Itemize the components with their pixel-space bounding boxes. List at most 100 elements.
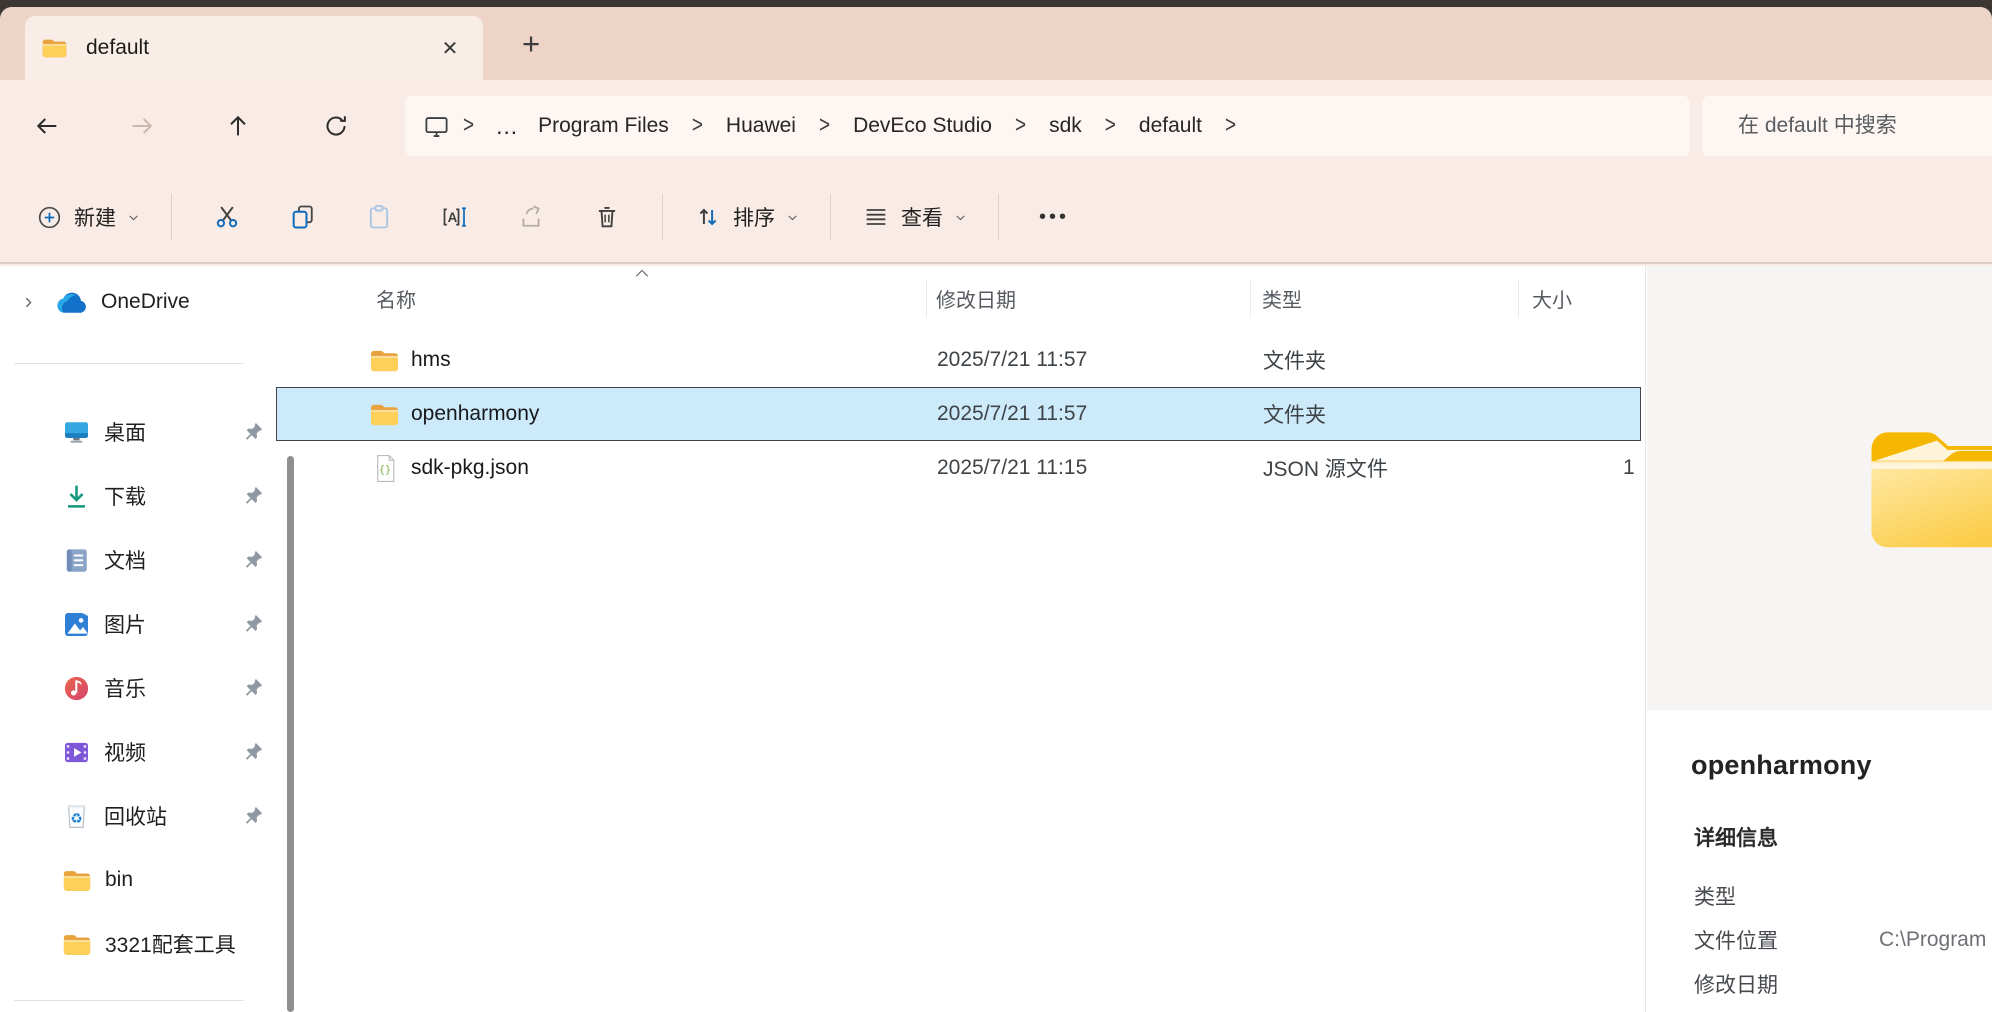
- forward-button[interactable]: [114, 98, 170, 154]
- desktop-icon: [62, 418, 91, 447]
- details-fields: 类型 文件位置 C:\Program 修改日期: [1694, 874, 1992, 1006]
- breadcrumb-item-sdk[interactable]: sdk: [1039, 108, 1092, 144]
- sidebar-item-onedrive[interactable]: OneDrive: [0, 274, 264, 330]
- pin-icon: [243, 677, 264, 698]
- field-label: 修改日期: [1694, 969, 1879, 999]
- sort-ascending-icon[interactable]: [632, 266, 652, 280]
- column-divider[interactable]: [1518, 280, 1519, 318]
- search-box: [1702, 96, 1992, 156]
- column-divider[interactable]: [926, 280, 927, 318]
- plus-circle-icon: [36, 204, 63, 231]
- folder-icon: [369, 334, 400, 386]
- sidebar-item-bin-folder[interactable]: bin: [0, 848, 270, 912]
- videos-icon: [62, 738, 91, 767]
- toolbar-divider: [171, 194, 172, 240]
- documents-icon: [62, 546, 91, 575]
- details-field-modified: 修改日期: [1694, 962, 1992, 1006]
- file-type: 文件夹: [1263, 334, 1326, 386]
- sidebar-item-label: 音乐: [104, 673, 146, 703]
- breadcrumb-chevron-icon: >: [1002, 112, 1039, 140]
- chevron-down-icon: [786, 211, 799, 224]
- up-button[interactable]: [210, 98, 266, 154]
- tab-title: default: [86, 36, 149, 60]
- sidebar-item-documents[interactable]: 文档: [0, 528, 270, 592]
- breadcrumb-item-huawei[interactable]: Huawei: [716, 108, 806, 144]
- file-row-hms[interactable]: hms 2025/7/21 11:57 文件夹: [276, 333, 1641, 387]
- more-options-button[interactable]: •••: [1021, 188, 1087, 246]
- delete-button[interactable]: [574, 188, 640, 246]
- share-button[interactable]: [498, 188, 564, 246]
- explorer-tab[interactable]: default ✕: [25, 16, 483, 80]
- search-input[interactable]: [1702, 113, 1980, 139]
- column-header-date[interactable]: 修改日期: [936, 266, 1016, 330]
- back-button[interactable]: [19, 98, 75, 154]
- details-title: openharmony: [1691, 750, 1872, 781]
- file-date: 2025/7/21 11:15: [937, 442, 1087, 494]
- this-pc-icon[interactable]: [423, 113, 450, 140]
- view-button-label: 查看: [901, 202, 943, 232]
- file-row-sdk-pkg-json[interactable]: {} sdk-pkg.json 2025/7/21 11:15 JSON 源文件…: [276, 441, 1641, 495]
- breadcrumb-item-default[interactable]: default: [1129, 108, 1212, 144]
- toolbar-divider: [662, 194, 663, 240]
- tab-close-icon[interactable]: ✕: [433, 31, 467, 65]
- pin-icon: [243, 805, 264, 826]
- column-divider[interactable]: [1250, 280, 1251, 318]
- sidebar: OneDrive 桌面 下载: [0, 266, 270, 1012]
- chevron-right-icon: [20, 294, 37, 311]
- details-field-type: 类型: [1694, 874, 1992, 918]
- sidebar-item-label: OneDrive: [101, 290, 190, 314]
- titlebar: default ✕ +: [0, 7, 1992, 80]
- large-folder-icon: [1859, 416, 1992, 558]
- sidebar-divider: [14, 363, 244, 364]
- copy-icon: [289, 203, 317, 231]
- navigation-bar: > … Program Files > Huawei > DevEco Stud…: [0, 80, 1992, 172]
- json-file-icon: {}: [373, 442, 398, 494]
- breadcrumb-item-program-files[interactable]: Program Files: [528, 108, 679, 144]
- field-label: 类型: [1694, 881, 1879, 911]
- sidebar-item-label: 文档: [104, 545, 146, 575]
- file-type: JSON 源文件: [1263, 442, 1388, 494]
- breadcrumb[interactable]: > … Program Files > Huawei > DevEco Stud…: [405, 96, 1690, 156]
- file-date: 2025/7/21 11:57: [937, 388, 1087, 440]
- column-header-size[interactable]: 大小: [1532, 266, 1572, 330]
- sort-button[interactable]: 排序: [680, 188, 813, 246]
- file-date: 2025/7/21 11:57: [937, 334, 1087, 386]
- sidebar-item-3321-folder[interactable]: 3321配套工具: [0, 912, 270, 976]
- sidebar-item-desktop[interactable]: 桌面: [0, 400, 270, 464]
- sidebar-item-label: bin: [105, 868, 133, 892]
- file-list-area: 名称 修改日期 类型 大小 hms 2025/7/21 11:57 文件夹: [270, 266, 1992, 1012]
- file-row-openharmony[interactable]: openharmony 2025/7/21 11:57 文件夹: [276, 387, 1641, 441]
- new-tab-button[interactable]: +: [505, 21, 557, 67]
- breadcrumb-overflow-button[interactable]: …: [487, 113, 528, 140]
- sidebar-item-pictures[interactable]: 图片: [0, 592, 270, 656]
- paste-icon: [365, 203, 393, 231]
- sidebar-item-videos[interactable]: 视频: [0, 720, 270, 784]
- breadcrumb-chevron-icon: >: [1212, 112, 1249, 140]
- file-name: sdk-pkg.json: [411, 442, 529, 494]
- column-header-name[interactable]: 名称: [376, 266, 416, 330]
- cut-icon: [213, 203, 241, 231]
- sidebar-item-label: 视频: [104, 737, 146, 767]
- copy-button[interactable]: [270, 188, 336, 246]
- sidebar-item-downloads[interactable]: 下载: [0, 464, 270, 528]
- sidebar-item-label: 回收站: [104, 801, 167, 831]
- svg-text:♻: ♻: [70, 810, 82, 826]
- sidebar-item-label: 3321配套工具: [105, 929, 236, 959]
- breadcrumb-chevron-icon: >: [679, 112, 716, 140]
- sort-button-label: 排序: [733, 202, 775, 232]
- rename-button[interactable]: A: [422, 188, 488, 246]
- folder-icon: [62, 868, 92, 893]
- paste-button[interactable]: [346, 188, 412, 246]
- cut-button[interactable]: [194, 188, 260, 246]
- refresh-button[interactable]: [308, 98, 364, 154]
- sidebar-item-label: 图片: [104, 609, 146, 639]
- field-value: C:\Program: [1879, 928, 1986, 952]
- column-header-type[interactable]: 类型: [1262, 266, 1302, 330]
- sidebar-item-recycle-bin[interactable]: ♻ 回收站: [0, 784, 270, 848]
- view-button[interactable]: 查看: [848, 188, 981, 246]
- sidebar-item-music[interactable]: 音乐: [0, 656, 270, 720]
- toolbar-divider: [830, 194, 831, 240]
- breadcrumb-item-deveco-studio[interactable]: DevEco Studio: [843, 108, 1002, 144]
- file-type: 文件夹: [1263, 388, 1326, 440]
- new-button[interactable]: 新建: [22, 188, 154, 246]
